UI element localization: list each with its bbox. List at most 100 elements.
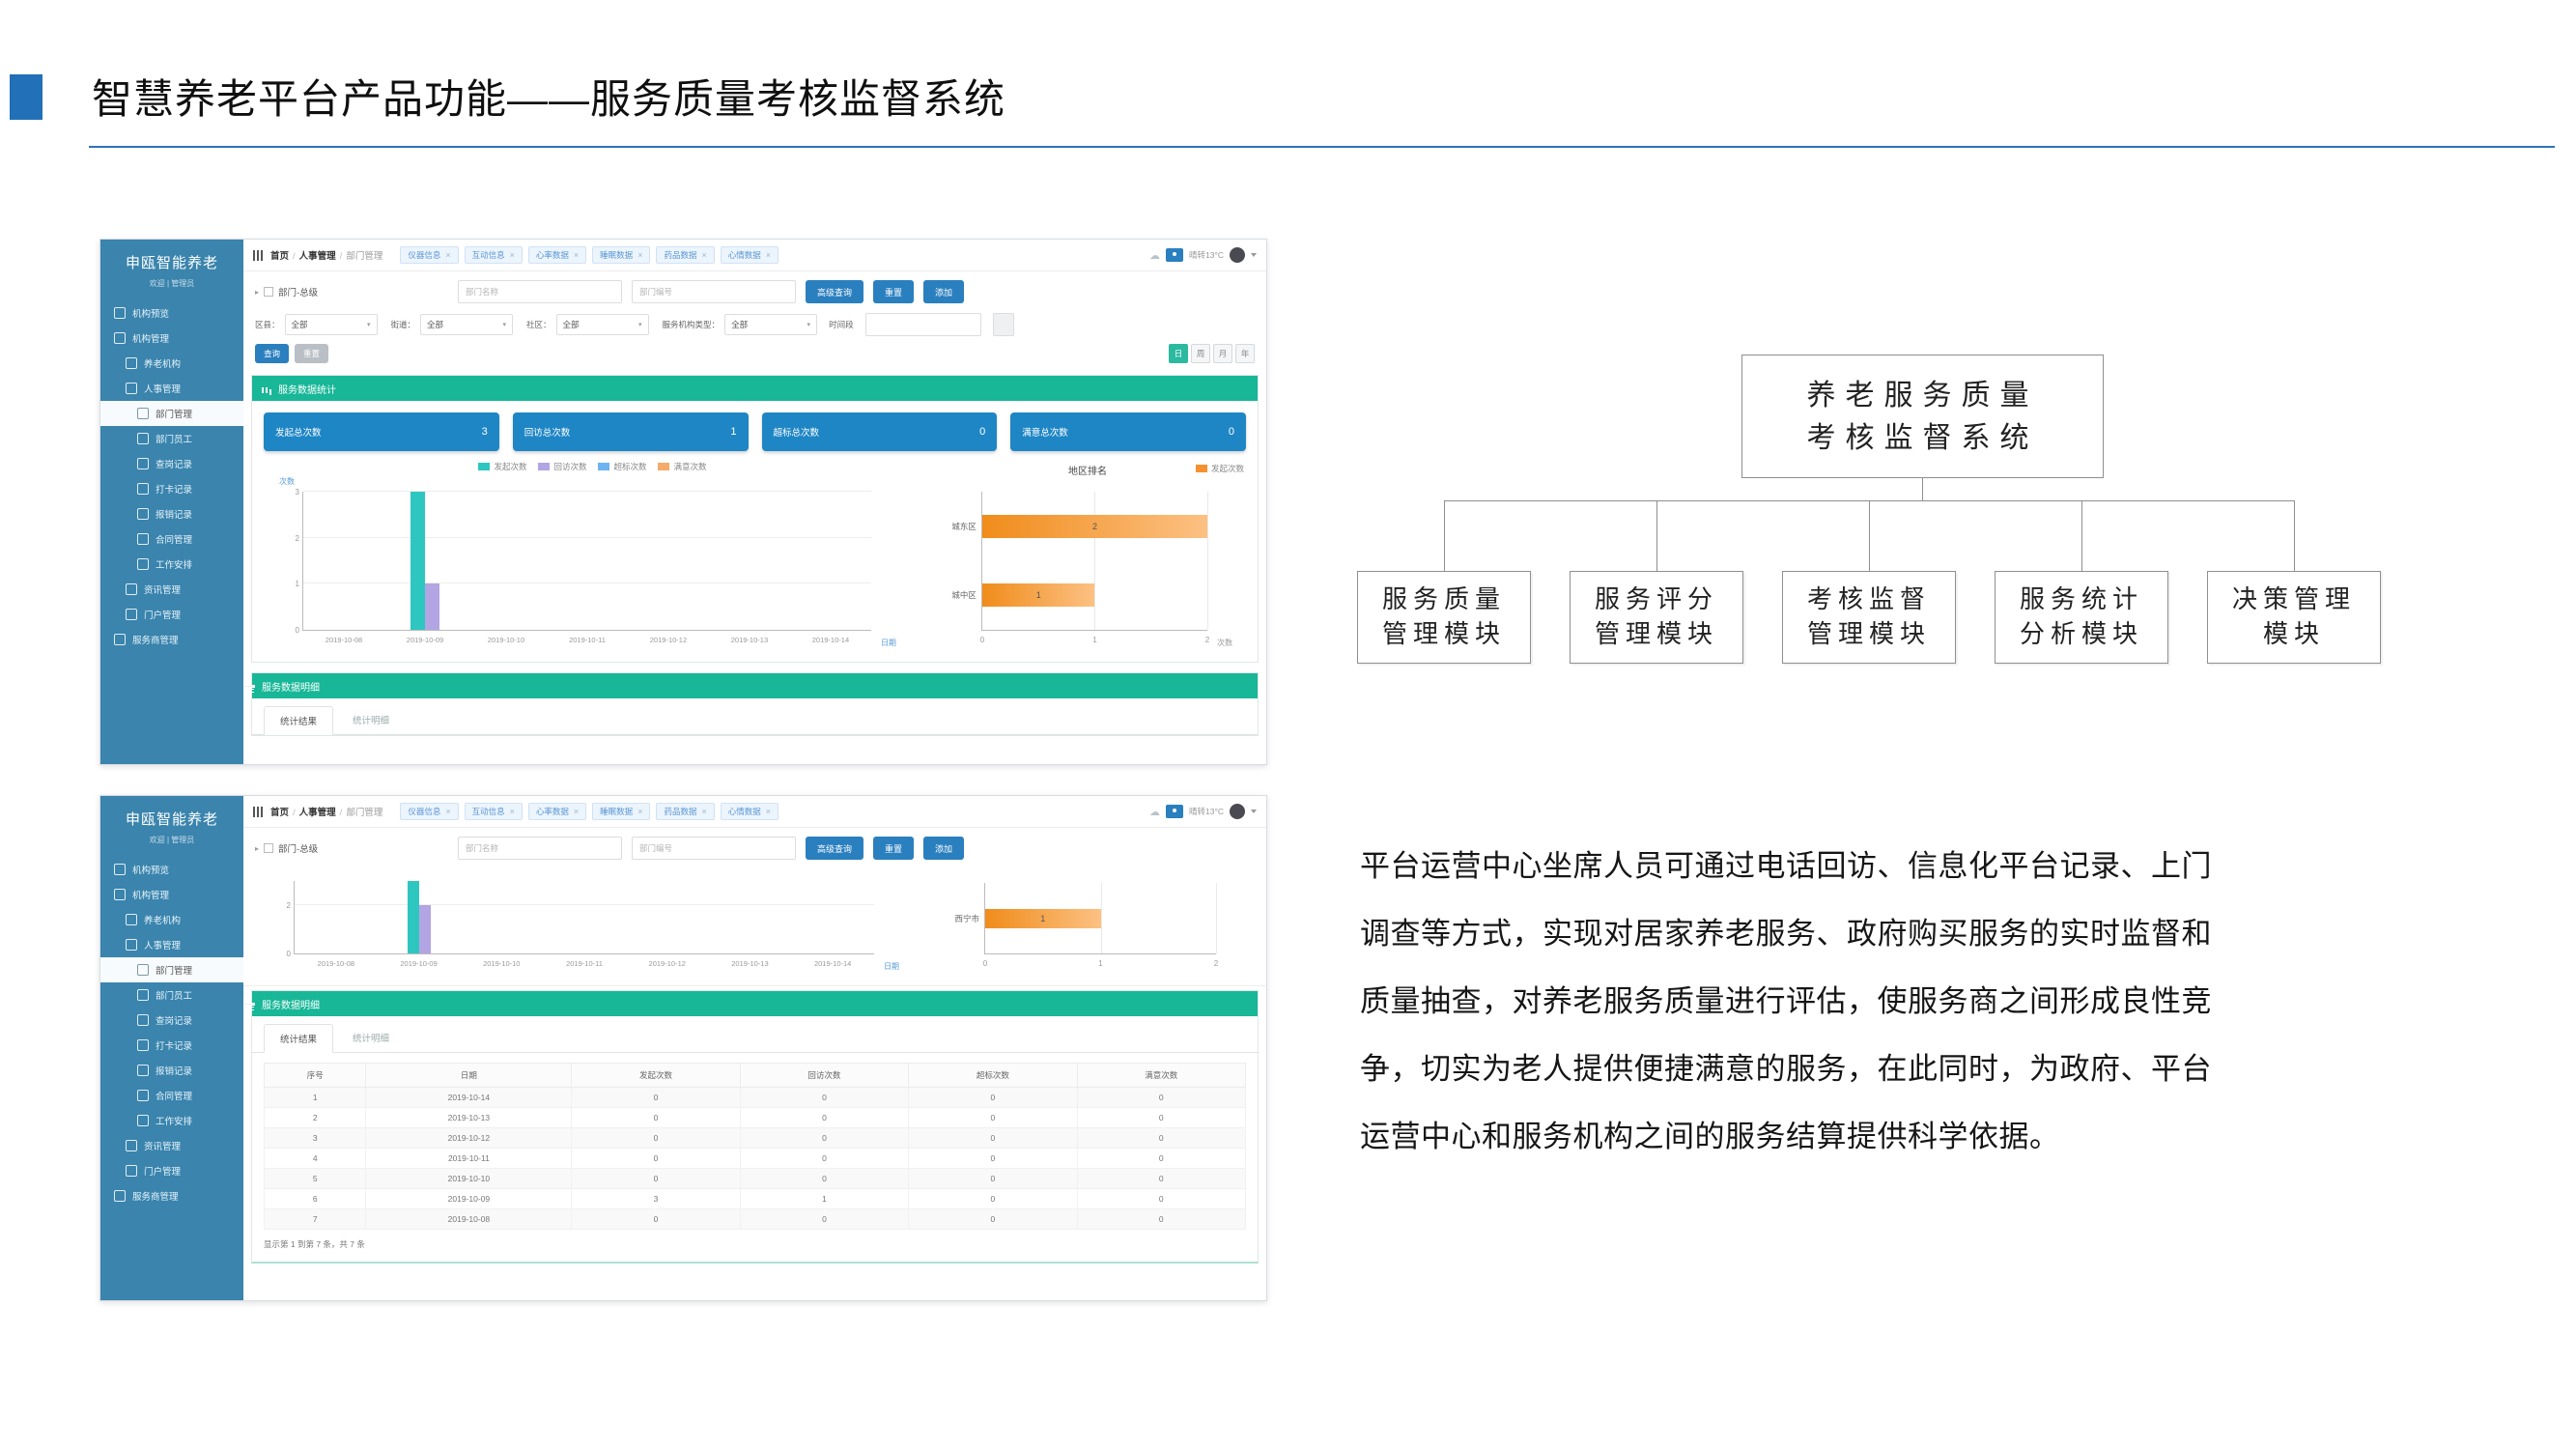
chevron-down-icon[interactable]: [1251, 253, 1257, 257]
breadcrumb-home[interactable]: 首页: [270, 808, 289, 818]
sidebar-item[interactable]: 门户管理: [100, 1158, 243, 1183]
tab-stats-detail[interactable]: 统计明细: [337, 706, 405, 734]
sidebar-item[interactable]: 工作安排: [100, 552, 243, 577]
calendar-button[interactable]: [993, 313, 1014, 336]
view-toggle[interactable]: 月: [1213, 344, 1232, 363]
reset-button[interactable]: 重置: [873, 280, 914, 303]
close-icon[interactable]: ×: [766, 807, 771, 816]
sidebar-item[interactable]: 门户管理: [100, 602, 243, 627]
page-tab[interactable]: 睡眠数据 ×: [592, 803, 650, 820]
select-box[interactable]: 全部▾: [420, 314, 513, 335]
sidebar-item[interactable]: 资讯管理: [100, 1133, 243, 1158]
page-tab[interactable]: 睡眠数据 ×: [592, 246, 650, 264]
sidebar-item[interactable]: 机构管理: [100, 882, 243, 907]
avatar[interactable]: [1230, 804, 1245, 819]
select-box[interactable]: 全部▾: [724, 314, 817, 335]
sidebar-item[interactable]: 服务商管理: [100, 627, 243, 652]
sidebar-item[interactable]: 打卡记录: [100, 1033, 243, 1058]
page-tab[interactable]: 心情数据 ×: [721, 803, 778, 820]
menu-toggle-icon[interactable]: [253, 807, 263, 817]
stat-card[interactable]: 超标总次数 0: [762, 412, 998, 451]
advanced-search-button[interactable]: 高级查询: [806, 837, 863, 860]
department-name-input[interactable]: [458, 837, 622, 860]
date-range-input[interactable]: [865, 313, 981, 336]
page-tab[interactable]: 心率数据 ×: [528, 246, 586, 264]
close-icon[interactable]: ×: [701, 250, 706, 260]
add-button[interactable]: 添加: [923, 837, 964, 860]
close-icon[interactable]: ×: [445, 250, 450, 260]
close-icon[interactable]: ×: [574, 250, 579, 260]
checkbox[interactable]: [264, 843, 273, 853]
tab-stats-result[interactable]: 统计结果: [264, 1024, 333, 1053]
filter-select[interactable]: 街道： 全部▾: [391, 314, 514, 335]
sidebar-item[interactable]: 资讯管理: [100, 577, 243, 602]
breadcrumb-section[interactable]: 人事管理: [299, 808, 336, 818]
page-tab[interactable]: 心情数据 ×: [721, 246, 778, 264]
add-button[interactable]: 添加: [923, 280, 964, 303]
page-tab[interactable]: 心率数据 ×: [528, 803, 586, 820]
close-icon[interactable]: ×: [510, 250, 515, 260]
avatar[interactable]: [1230, 247, 1245, 263]
close-icon[interactable]: ×: [637, 807, 642, 816]
page-tab[interactable]: 药品数据 ×: [656, 246, 714, 264]
stat-card[interactable]: 满意总次数 0: [1010, 412, 1246, 451]
menu-toggle-icon[interactable]: [253, 250, 263, 261]
table-row[interactable]: 22019-10-130000: [265, 1108, 1246, 1128]
sidebar-item[interactable]: 人事管理: [100, 376, 243, 401]
breadcrumb-home[interactable]: 首页: [270, 251, 289, 262]
chevron-down-icon[interactable]: [1251, 810, 1257, 813]
breadcrumb-section[interactable]: 人事管理: [299, 251, 336, 262]
view-toggle[interactable]: 周: [1191, 344, 1210, 363]
close-icon[interactable]: ×: [637, 250, 642, 260]
page-tab[interactable]: 仪器信息 ×: [400, 246, 458, 264]
page-tab[interactable]: 互动信息 ×: [465, 246, 523, 264]
department-tree-node[interactable]: ▸部门-总级: [255, 285, 448, 298]
sidebar-item[interactable]: 部门员工: [100, 982, 243, 1008]
tab-stats-detail[interactable]: 统计明细: [337, 1024, 405, 1052]
table-row[interactable]: 62019-10-093100: [265, 1189, 1246, 1209]
table-row[interactable]: 72019-10-080000: [265, 1209, 1246, 1230]
sidebar-item[interactable]: 机构预览: [100, 857, 243, 882]
sidebar-item[interactable]: 合同管理: [100, 526, 243, 552]
sidebar-item[interactable]: 机构管理: [100, 326, 243, 351]
department-code-input[interactable]: [632, 837, 796, 860]
sidebar-item[interactable]: 报销记录: [100, 501, 243, 526]
sidebar-item[interactable]: 部门管理: [100, 401, 243, 426]
sidebar-item[interactable]: 查岗记录: [100, 1008, 243, 1033]
sidebar-item[interactable]: 机构预览: [100, 300, 243, 326]
department-code-input[interactable]: [632, 280, 796, 303]
sidebar-item[interactable]: 养老机构: [100, 907, 243, 932]
filter-select[interactable]: 区县： 全部▾: [255, 314, 378, 335]
stat-card[interactable]: 回访总次数 1: [513, 412, 749, 451]
stat-card[interactable]: 发起总次数 3: [264, 412, 499, 451]
close-icon[interactable]: ×: [510, 807, 515, 816]
select-box[interactable]: 全部▾: [285, 314, 378, 335]
sidebar-item[interactable]: 服务商管理: [100, 1183, 243, 1208]
table-row[interactable]: 32019-10-120000: [265, 1128, 1246, 1149]
department-tree-node[interactable]: ▸部门-总级: [255, 841, 448, 855]
close-icon[interactable]: ×: [701, 807, 706, 816]
view-toggle[interactable]: 日: [1169, 344, 1188, 363]
sidebar-item[interactable]: 查岗记录: [100, 451, 243, 476]
sidebar-item[interactable]: 合同管理: [100, 1083, 243, 1108]
expand-icon[interactable]: ▸: [255, 288, 259, 297]
filter-select[interactable]: 社区： 全部▾: [526, 314, 649, 335]
sidebar-item[interactable]: 工作安排: [100, 1108, 243, 1133]
table-row[interactable]: 12019-10-140000: [265, 1088, 1246, 1108]
page-tab[interactable]: 互动信息 ×: [465, 803, 523, 820]
reset-small-button[interactable]: 重置: [295, 344, 328, 363]
notification-badge[interactable]: [1166, 805, 1183, 818]
close-icon[interactable]: ×: [445, 807, 450, 816]
sidebar-item[interactable]: 报销记录: [100, 1058, 243, 1083]
sidebar-item[interactable]: 打卡记录: [100, 476, 243, 501]
department-name-input[interactable]: [458, 280, 622, 303]
page-tab[interactable]: 仪器信息 ×: [400, 803, 458, 820]
select-box[interactable]: 全部▾: [556, 314, 649, 335]
sidebar-item[interactable]: 养老机构: [100, 351, 243, 376]
table-row[interactable]: 42019-10-110000: [265, 1149, 1246, 1169]
table-row[interactable]: 52019-10-100000: [265, 1169, 1246, 1189]
filter-select[interactable]: 服务机构类型： 全部▾: [663, 314, 818, 335]
reset-button[interactable]: 重置: [873, 837, 914, 860]
close-icon[interactable]: ×: [574, 807, 579, 816]
tab-stats-result[interactable]: 统计结果: [264, 706, 333, 735]
